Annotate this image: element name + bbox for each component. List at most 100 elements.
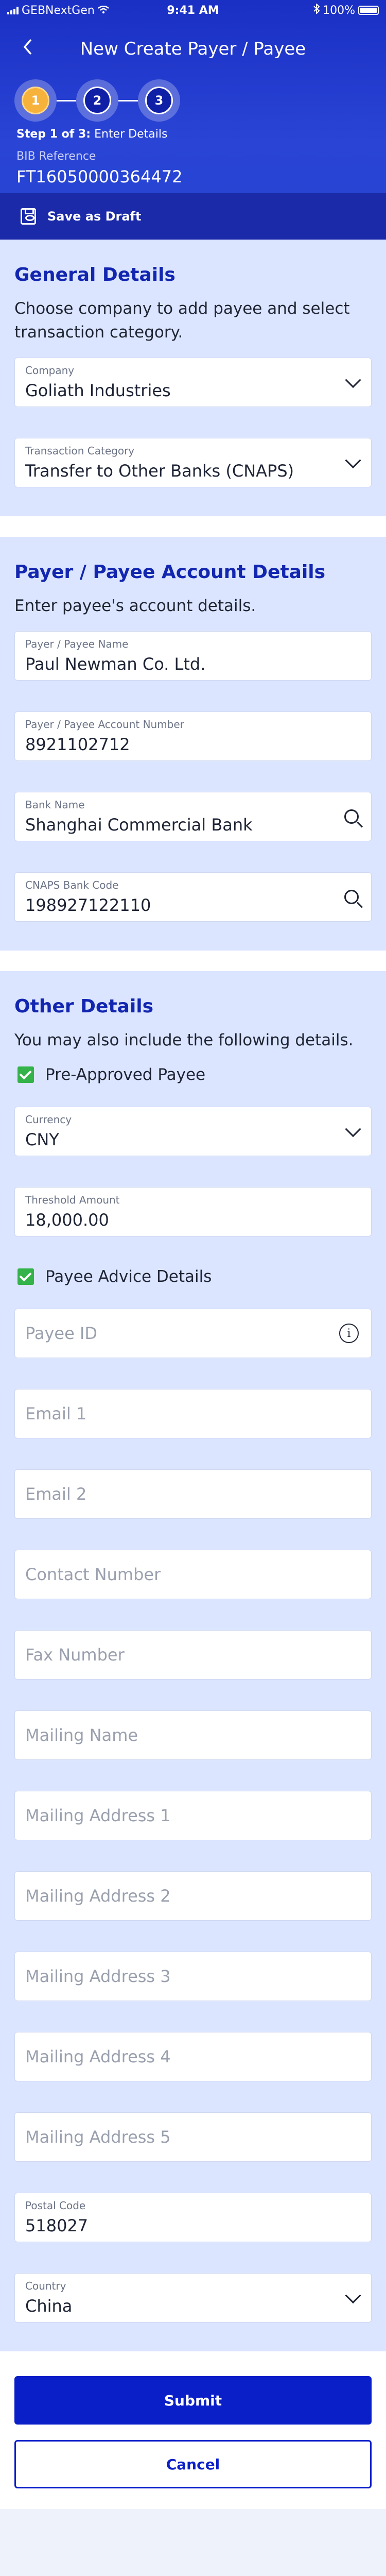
account-number-field[interactable]: Payer / Payee Account Number 8921102712 (14, 711, 372, 761)
section-title: Other Details (14, 996, 154, 1017)
section-title: Payer / Payee Account Details (14, 562, 326, 583)
field-placeholder: Fax Number (25, 1645, 125, 1665)
save-icon (21, 208, 36, 225)
field-label: Postal Code (25, 2199, 86, 2212)
section-divider (0, 951, 386, 971)
carrier-name: GEBNextGen (22, 4, 95, 17)
step-3[interactable]: 3 (138, 79, 180, 122)
mailing-address-3-field[interactable]: Mailing Address 3 (14, 1952, 372, 2001)
cnaps-code-field[interactable]: CNAPS Bank Code 198927122110 (14, 872, 372, 922)
field-label: Bank Name (25, 799, 85, 811)
step-label: Step 1 of 3: Enter Details (0, 124, 386, 141)
general-details-section: General Details Choose company to add pa… (0, 240, 386, 516)
step-text: Enter Details (94, 128, 168, 141)
section-description: Enter payee's account details. (14, 597, 256, 615)
stepper: 1 2 3 (0, 77, 386, 124)
step-prefix: Step 1 of 3: (16, 128, 91, 141)
step-2[interactable]: 2 (76, 79, 118, 122)
footer-actions: Submit Cancel (0, 2351, 386, 2509)
section-description: Choose company to add payee and select t… (14, 299, 350, 342)
bib-label: BIB Reference (16, 150, 96, 163)
battery-icon (358, 6, 379, 15)
field-value: CNY (25, 1130, 59, 1149)
field-placeholder: Contact Number (25, 1565, 161, 1584)
field-value: Transfer to Other Banks (CNAPS) (25, 461, 294, 481)
field-placeholder: Mailing Address 1 (25, 1806, 171, 1825)
mailing-name-field[interactable]: Mailing Name (14, 1710, 372, 1760)
pre-approved-checkbox[interactable]: Pre-Approved Payee (17, 1065, 372, 1084)
field-value: 18,000.00 (25, 1210, 109, 1230)
save-draft-label: Save as Draft (47, 209, 142, 224)
section-description: You may also include the following detai… (14, 1031, 354, 1049)
field-value: Shanghai Commercial Bank (25, 815, 253, 835)
field-placeholder: Email 2 (25, 1484, 87, 1504)
field-placeholder: Mailing Name (25, 1725, 138, 1745)
field-label: Payer / Payee Account Number (25, 718, 184, 731)
step-3-number: 3 (145, 87, 173, 114)
bank-name-field[interactable]: Bank Name Shanghai Commercial Bank (14, 792, 372, 841)
field-label: Threshold Amount (25, 1194, 120, 1206)
submit-button[interactable]: Submit (14, 2376, 372, 2425)
field-value: China (25, 2296, 73, 2316)
field-placeholder: Mailing Address 5 (25, 2127, 171, 2147)
field-placeholder: Mailing Address 3 (25, 1967, 171, 1986)
field-value: Paul Newman Co. Ltd. (25, 654, 206, 674)
account-details-section: Payer / Payee Account Details Enter paye… (0, 537, 386, 951)
transaction-category-select[interactable]: Transaction Category Transfer to Other B… (14, 438, 372, 487)
field-value: Goliath Industries (25, 381, 171, 400)
field-label: CNAPS Bank Code (25, 879, 119, 891)
field-label: Currency (25, 1113, 72, 1126)
search-icon[interactable] (344, 809, 359, 824)
bib-reference: BIB Reference FT16050000364472 (0, 141, 386, 187)
battery-percent: 100% (323, 4, 355, 17)
field-value: 198927122110 (25, 895, 151, 915)
checkbox-checked-icon (17, 1066, 34, 1083)
search-icon[interactable] (344, 890, 359, 904)
field-value: 518027 (25, 2216, 89, 2235)
clock: 9:41 AM (167, 4, 219, 17)
payee-id-field[interactable]: Payee ID i (14, 1309, 372, 1358)
company-select[interactable]: Company Goliath Industries (14, 358, 372, 407)
other-details-section: Other Details You may also include the f… (0, 971, 386, 2351)
checkbox-label: Pre-Approved Payee (45, 1065, 206, 1084)
section-title: General Details (14, 264, 176, 285)
threshold-amount-field[interactable]: Threshold Amount 18,000.00 (14, 1187, 372, 1236)
chevron-down-icon (345, 2287, 361, 2304)
info-icon[interactable]: i (339, 1324, 359, 1343)
step-2-number: 2 (83, 87, 111, 114)
field-label: Transaction Category (25, 445, 135, 457)
bib-value: FT16050000364472 (16, 167, 183, 187)
chevron-down-icon (345, 372, 361, 388)
checkbox-label: Payee Advice Details (45, 1267, 212, 1286)
cancel-button[interactable]: Cancel (14, 2440, 372, 2488)
mailing-address-4-field[interactable]: Mailing Address 4 (14, 2032, 372, 2081)
mailing-address-2-field[interactable]: Mailing Address 2 (14, 1871, 372, 1921)
currency-select[interactable]: Currency CNY (14, 1107, 372, 1156)
step-1[interactable]: 1 (14, 79, 57, 122)
chevron-down-icon (345, 1121, 361, 1138)
payee-advice-checkbox[interactable]: Payee Advice Details (17, 1267, 372, 1286)
chevron-down-icon (345, 452, 361, 469)
email-2-field[interactable]: Email 2 (14, 1469, 372, 1519)
wifi-icon (98, 4, 109, 17)
title-bar: New Create Payer / Payee (0, 21, 386, 77)
header: GEBNextGen 9:41 AM 100% New Create Payer… (0, 0, 386, 240)
field-label: Payer / Payee Name (25, 638, 129, 650)
mailing-address-1-field[interactable]: Mailing Address 1 (14, 1791, 372, 1840)
save-draft-button[interactable]: Save as Draft (0, 193, 386, 240)
field-value: 8921102712 (25, 735, 130, 754)
contact-number-field[interactable]: Contact Number (14, 1550, 372, 1599)
step-connector (118, 99, 138, 101)
step-connector (57, 99, 76, 101)
postal-code-field[interactable]: Postal Code 518027 (14, 2193, 372, 2242)
country-select[interactable]: Country China (14, 2273, 372, 2323)
field-placeholder: Mailing Address 2 (25, 1886, 171, 1906)
fax-number-field[interactable]: Fax Number (14, 1630, 372, 1680)
section-divider (0, 516, 386, 537)
step-1-number: 1 (22, 87, 49, 114)
payee-name-field[interactable]: Payer / Payee Name Paul Newman Co. Ltd. (14, 631, 372, 681)
field-placeholder: Mailing Address 4 (25, 2047, 171, 2066)
email-1-field[interactable]: Email 1 (14, 1389, 372, 1438)
bluetooth-icon (313, 3, 320, 17)
mailing-address-5-field[interactable]: Mailing Address 5 (14, 2112, 372, 2162)
